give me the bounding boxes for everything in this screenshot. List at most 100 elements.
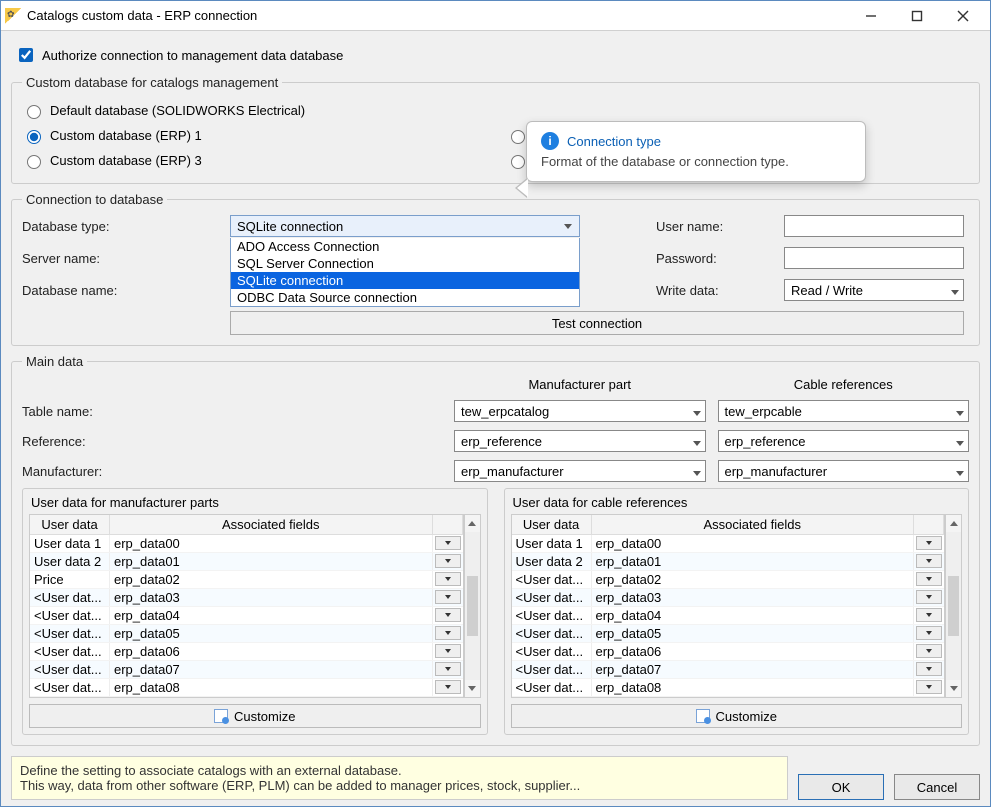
field-dropdown-button[interactable] [435,644,461,658]
field-dropdown-button[interactable] [435,608,461,622]
customize-mp-button[interactable]: Customize [29,704,481,728]
table-row[interactable]: <User dat...erp_data05 [30,625,463,643]
table-row[interactable]: <User dat...erp_data02 [512,571,945,589]
userdata-mp-title: User data for manufacturer parts [31,495,481,510]
scroll-down-icon[interactable] [465,680,480,697]
help-text: Define the setting to associate catalogs… [11,756,788,800]
password-input[interactable] [784,247,964,269]
field-dropdown-button[interactable] [916,644,942,658]
table-row[interactable]: <User dat...erp_data03 [512,589,945,607]
dialog-window: Catalogs custom data - ERP connection Au… [0,0,991,807]
table-row[interactable]: <User dat...erp_data03 [30,589,463,607]
dbtype-combo[interactable]: SQLite connection ADO Access Connection … [230,215,580,237]
manufacturer-cr-select[interactable]: erp_manufacturer [718,460,970,482]
customize-cr-button[interactable]: Customize [511,704,963,728]
scroll-up-icon[interactable] [465,515,480,532]
field-dropdown-button[interactable] [916,536,942,550]
radio-erp1[interactable] [27,130,41,144]
table-name-label: Table name: [22,404,442,419]
username-input[interactable] [784,215,964,237]
userdata-mp-panel: User data for manufacturer parts User da… [22,488,488,735]
table-row[interactable]: <User dat...erp_data06 [30,643,463,661]
dbtype-opt-ado[interactable]: ADO Access Connection [231,238,579,255]
userdata-cell: <User dat... [512,661,592,678]
dbtype-opt-sqlite[interactable]: SQLite connection [231,272,579,289]
maximize-button[interactable] [894,1,940,31]
table-row[interactable]: <User dat...erp_data08 [30,679,463,697]
field-dropdown-button[interactable] [916,680,942,694]
table-row[interactable]: <User dat...erp_data06 [512,643,945,661]
authorize-checkbox[interactable] [19,48,33,62]
field-dropdown-button[interactable] [435,536,461,550]
userdata-cell: User data 1 [512,535,592,552]
assocfield-cell: erp_data02 [592,571,915,588]
chevron-down-icon [951,283,959,298]
chevron-down-icon [693,404,701,419]
table-row[interactable]: <User dat...erp_data04 [30,607,463,625]
close-button[interactable] [940,1,986,31]
table-row[interactable]: <User dat...erp_data08 [512,679,945,697]
scrollbar[interactable] [464,514,481,698]
table-cr-select[interactable]: tew_erpcable [718,400,970,422]
reference-cr-select[interactable]: erp_reference [718,430,970,452]
assocfield-cell: erp_data08 [592,679,915,696]
writedata-select[interactable]: Read / Write [784,279,964,301]
field-dropdown-button[interactable] [916,608,942,622]
assocfield-cell: erp_data07 [592,661,915,678]
authorize-label: Authorize connection to management data … [42,48,343,63]
field-dropdown-button[interactable] [435,554,461,568]
field-dropdown-button[interactable] [916,662,942,676]
col-assocfields[interactable]: Associated fields [592,515,915,534]
assocfield-cell: erp_data03 [110,589,433,606]
table-row[interactable]: User data 2erp_data01 [30,553,463,571]
table-row[interactable]: Priceerp_data02 [30,571,463,589]
scrollbar[interactable] [945,514,962,698]
col-userdata[interactable]: User data [512,515,592,534]
radio-erp4[interactable] [511,155,525,169]
assocfield-cell: erp_data01 [110,553,433,570]
field-dropdown-button[interactable] [916,572,942,586]
col-assocfields[interactable]: Associated fields [110,515,433,534]
scroll-up-icon[interactable] [946,515,961,532]
table-row[interactable]: User data 2erp_data01 [512,553,945,571]
reference-mp-select[interactable]: erp_reference [454,430,706,452]
minimize-button[interactable] [848,1,894,31]
table-row[interactable]: <User dat...erp_data04 [512,607,945,625]
cancel-button[interactable]: Cancel [894,774,980,800]
field-dropdown-button[interactable] [916,590,942,604]
field-dropdown-button[interactable] [916,554,942,568]
col-userdata[interactable]: User data [30,515,110,534]
chevron-down-icon [956,434,964,449]
table-row[interactable]: <User dat...erp_data07 [512,661,945,679]
table-row[interactable]: User data 1erp_data00 [30,535,463,553]
table-row[interactable]: User data 1erp_data00 [512,535,945,553]
test-connection-button[interactable]: Test connection [230,311,964,335]
userdata-cell: <User dat... [30,661,110,678]
scroll-thumb[interactable] [467,576,478,636]
radio-default-db[interactable] [27,105,41,119]
table-mp-select[interactable]: tew_erpcatalog [454,400,706,422]
dbtype-opt-odbc[interactable]: ODBC Data Source connection [231,289,579,306]
chevron-down-icon [956,464,964,479]
scroll-thumb[interactable] [948,576,959,636]
ok-button[interactable]: OK [798,774,884,800]
manufacturer-mp-select[interactable]: erp_manufacturer [454,460,706,482]
field-dropdown-button[interactable] [916,626,942,640]
field-dropdown-button[interactable] [435,590,461,604]
field-dropdown-button[interactable] [435,626,461,640]
radio-erp3[interactable] [27,155,41,169]
table-row[interactable]: <User dat...erp_data07 [30,661,463,679]
radio-erp2[interactable] [511,130,525,144]
table-row[interactable]: <User dat...erp_data05 [512,625,945,643]
assocfield-cell: erp_data04 [592,607,915,624]
dbtype-opt-sqlserver[interactable]: SQL Server Connection [231,255,579,272]
field-dropdown-button[interactable] [435,662,461,676]
userdata-cell: <User dat... [512,607,592,624]
scroll-down-icon[interactable] [946,680,961,697]
assocfield-cell: erp_data04 [110,607,433,624]
connection-group: Connection to database Database type: SQ… [11,192,980,346]
userdata-cell: <User dat... [30,589,110,606]
field-dropdown-button[interactable] [435,680,461,694]
app-icon [5,8,21,24]
field-dropdown-button[interactable] [435,572,461,586]
